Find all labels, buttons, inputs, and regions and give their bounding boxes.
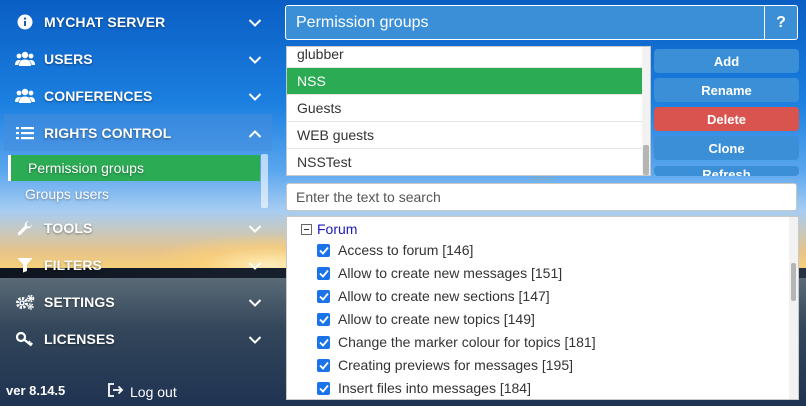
sidebar-item-label: MYCHAT SERVER <box>44 13 166 30</box>
group-name: NSS <box>297 73 326 89</box>
sidebar-item-licenses[interactable]: LICENSES <box>4 320 272 357</box>
group-name: Guests <box>297 100 342 116</box>
refresh-button[interactable]: Refresh <box>654 166 799 176</box>
chevron-up-icon <box>248 126 262 144</box>
rename-button[interactable]: Rename <box>654 78 799 102</box>
checkbox-checked[interactable] <box>317 381 330 395</box>
sidebar-subitem-label: Groups users <box>25 186 110 202</box>
permission-label: Change the marker colour for topics [181… <box>338 334 596 350</box>
sidebar-item-filters[interactable]: FILTERS <box>4 246 272 283</box>
permission-label: Creating previews for messages [195] <box>338 357 573 373</box>
sidebar-item-label: CONFERENCES <box>44 87 153 104</box>
sidebar-subitem-groups-users[interactable]: Groups users <box>8 181 260 207</box>
chevron-down-icon <box>248 295 262 313</box>
list-item[interactable]: WEB guests <box>287 122 644 149</box>
users-icon <box>12 51 38 67</box>
sidebar-item-label: FILTERS <box>44 256 102 273</box>
group-name: glubber <box>297 46 344 62</box>
sidebar-item-label: TOOLS <box>44 219 93 236</box>
logout-link[interactable]: Log out <box>108 383 177 400</box>
gears-icon <box>12 294 38 310</box>
help-button[interactable]: ? <box>764 6 797 39</box>
permission-groups-list: glubber NSS Guests WEB guests NSSTest <box>286 46 651 176</box>
key-icon <box>12 331 38 347</box>
tree-node-forum[interactable]: Forum <box>301 220 357 238</box>
permission-label: Allow to create new topics [149] <box>338 311 535 327</box>
sidebar-item-rights-control[interactable]: RIGHTS CONTROL <box>4 114 272 151</box>
permission-row[interactable]: Creating previews for messages [195] <box>317 356 573 374</box>
sidebar-item-label: RIGHTS CONTROL <box>44 124 172 141</box>
scrollbar-thumb[interactable] <box>643 145 649 175</box>
checkbox-checked[interactable] <box>317 312 330 326</box>
groups-scrollbar[interactable] <box>642 47 650 175</box>
checkbox-checked[interactable] <box>317 289 330 303</box>
delete-button[interactable]: Delete <box>654 107 799 131</box>
version-label: ver 8.14.5 <box>6 383 66 398</box>
permission-label: Allow to create new messages [151] <box>338 265 563 281</box>
filter-icon <box>12 257 38 273</box>
chevron-down-icon <box>248 89 262 107</box>
permission-row[interactable]: Allow to create new topics [149] <box>317 310 535 328</box>
permission-row[interactable]: Change the marker colour for topics [181… <box>317 333 596 351</box>
list-item[interactable]: Guests <box>287 95 644 122</box>
page-header: Permission groups ? <box>285 5 798 40</box>
permissions-tree: Forum Access to forum [146] Allow to cre… <box>286 216 799 400</box>
permission-label: Insert files into messages [184] <box>338 380 531 396</box>
permission-row[interactable]: Allow to create new sections [147] <box>317 287 550 305</box>
search-input[interactable] <box>286 183 797 211</box>
checkbox-checked[interactable] <box>317 266 330 280</box>
permissions-scrollbar[interactable] <box>789 217 798 399</box>
permission-row[interactable]: Insert files into messages [184] <box>317 379 531 397</box>
list-icon <box>12 126 38 140</box>
add-button[interactable]: Add <box>654 49 799 73</box>
chevron-down-icon <box>248 221 262 239</box>
sidebar-item-label: USERS <box>44 50 93 67</box>
panel-splitter[interactable] <box>531 177 553 180</box>
logout-label: Log out <box>130 383 177 400</box>
group-name: WEB guests <box>297 127 375 143</box>
checkbox-checked[interactable] <box>317 243 330 257</box>
clone-button[interactable]: Clone <box>654 136 799 160</box>
conferences-icon <box>12 88 38 104</box>
checkbox-checked[interactable] <box>317 335 330 349</box>
sidebar-item-settings[interactable]: SETTINGS <box>4 283 272 320</box>
permission-row[interactable]: Allow to create new messages [151] <box>317 264 562 282</box>
scrollbar-thumb[interactable] <box>791 263 796 301</box>
wrench-icon <box>12 220 38 236</box>
sidebar-item-mychat-server[interactable]: MYCHAT SERVER <box>4 3 272 40</box>
checkbox-checked[interactable] <box>317 358 330 372</box>
sidebar-item-label: SETTINGS <box>44 293 115 310</box>
sidebar: MYCHAT SERVER USERS CONFERENCES RIGHTS C… <box>0 0 276 406</box>
collapse-icon[interactable] <box>301 223 312 235</box>
sidebar-item-conferences[interactable]: CONFERENCES <box>4 77 272 114</box>
sidebar-subitem-permission-groups[interactable]: Permission groups <box>8 155 260 181</box>
permission-label: Allow to create new sections [147] <box>338 288 550 304</box>
group-name: NSSTest <box>297 154 352 170</box>
info-icon <box>12 14 38 30</box>
page-title: Permission groups <box>296 13 429 31</box>
logout-icon <box>108 383 124 400</box>
sidebar-item-tools[interactable]: TOOLS <box>4 209 272 246</box>
permission-row[interactable]: Access to forum [146] <box>317 241 473 259</box>
chevron-down-icon <box>248 15 262 33</box>
list-item[interactable]: glubber <box>287 46 644 68</box>
list-item-selected[interactable]: NSS <box>287 68 644 95</box>
sidebar-item-users[interactable]: USERS <box>4 40 272 77</box>
permission-label: Access to forum [146] <box>338 242 474 258</box>
list-item[interactable]: NSSTest <box>287 149 644 175</box>
tree-node-label: Forum <box>317 221 358 237</box>
chevron-down-icon <box>248 258 262 276</box>
submenu-scrollbar[interactable] <box>261 154 268 208</box>
chevron-down-icon <box>248 332 262 350</box>
chevron-down-icon <box>248 52 262 70</box>
sidebar-item-label: LICENSES <box>44 330 115 347</box>
sidebar-subitem-label: Permission groups <box>28 160 144 176</box>
